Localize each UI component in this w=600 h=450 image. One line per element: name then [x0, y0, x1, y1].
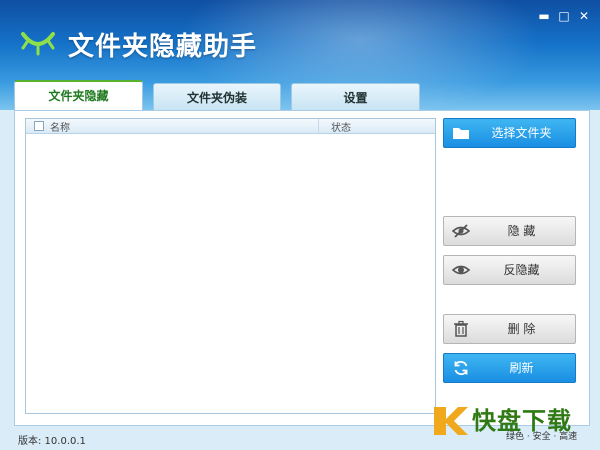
main-panel: 名称 状态 选择文件夹 隐 藏 反隐藏 删 除 刷新: [14, 110, 590, 426]
minimize-button[interactable]: ▬: [536, 8, 552, 24]
delete-button[interactable]: 删 除: [443, 314, 576, 344]
column-header-status[interactable]: 状态: [319, 119, 351, 134]
list-header: 名称 状态: [26, 118, 435, 134]
eye-slash-icon: [452, 224, 470, 238]
unhide-label: 反隐藏: [503, 263, 540, 277]
watermark-brand-char: 快: [472, 407, 497, 435]
refresh-button[interactable]: 刷新: [443, 353, 576, 383]
select-folder-label: 选择文件夹: [491, 126, 552, 140]
tab-folder-disguise[interactable]: 文件夹伪装: [153, 83, 281, 112]
hide-label: 隐 藏: [507, 224, 536, 238]
close-button[interactable]: ✕: [576, 8, 592, 24]
maximize-button[interactable]: □: [556, 8, 572, 24]
eye-logo-icon: [21, 32, 55, 56]
select-all-checkbox[interactable]: [34, 121, 44, 131]
watermark-tagline: 绿色 · 安全 · 高速: [506, 432, 578, 442]
delete-label: 删 除: [507, 322, 536, 336]
unhide-button[interactable]: 反隐藏: [443, 255, 576, 285]
watermark: 快盘下载 绿色 · 安全 · 高速: [428, 399, 594, 445]
folder-list[interactable]: 名称 状态: [25, 118, 436, 414]
refresh-label: 刷新: [509, 361, 534, 375]
tab-folder-hide[interactable]: 文件夹隐藏: [14, 80, 143, 113]
version-label: 版本: 10.0.0.1: [18, 436, 86, 447]
refresh-icon: [454, 360, 468, 376]
app-title: 文件夹隐藏助手: [68, 32, 258, 62]
app-window: 文件夹隐藏助手 ▬ □ ✕ 文件夹隐藏 文件夹伪装 设置 名称 状态 选择文件夹: [0, 0, 600, 450]
select-folder-button[interactable]: 选择文件夹: [443, 118, 576, 148]
eye-icon: [452, 265, 470, 275]
watermark-logo-icon: [434, 407, 468, 435]
hide-button[interactable]: 隐 藏: [443, 216, 576, 246]
folder-icon: [453, 128, 469, 139]
window-controls: ▬ □ ✕: [536, 8, 592, 24]
column-header-name[interactable]: 名称: [50, 118, 319, 134]
trash-icon: [454, 320, 468, 337]
tab-settings[interactable]: 设置: [291, 83, 420, 112]
